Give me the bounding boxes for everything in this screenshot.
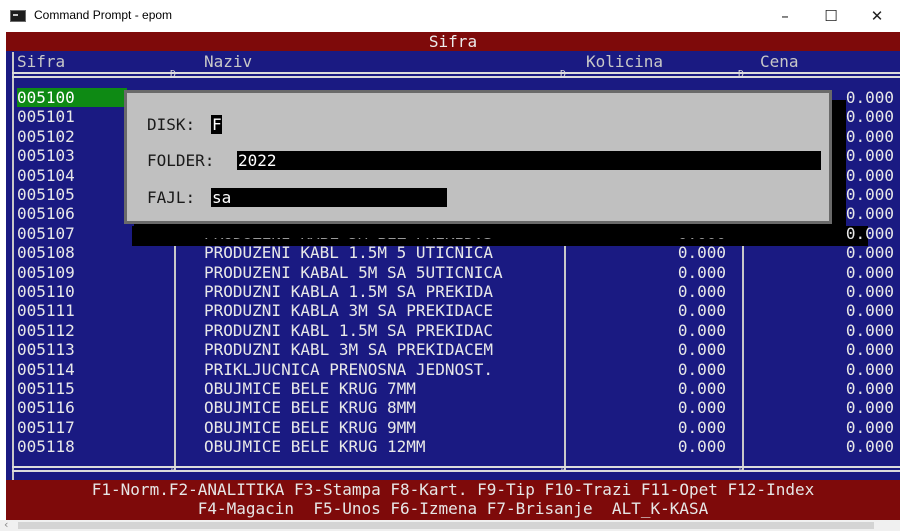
- row-quantity: 0.000: [677, 243, 726, 263]
- folder-field[interactable]: 2022: [237, 151, 821, 170]
- row-price: 0.000: [845, 417, 894, 437]
- table-row[interactable]: 005110 PRODUZNI KABLA 1.5M SA PREKIDA 0.00…: [6, 282, 900, 301]
- header-separator: [12, 72, 900, 78]
- row-quantity: 0.000: [677, 282, 726, 301]
- command-prompt-icon: [10, 10, 26, 22]
- screen-title: Sifra: [428, 32, 478, 51]
- row-code: 005114: [17, 359, 75, 379]
- row-code: 005116: [17, 398, 75, 418]
- separator-glyph: ¤: [738, 463, 745, 474]
- row-quantity: 0.000: [677, 359, 726, 379]
- column-header-price: Cena: [760, 52, 799, 71]
- scroll-left-icon[interactable]: ‹: [4, 518, 8, 531]
- close-button[interactable]: ✕: [854, 0, 900, 32]
- row-name: OBUJMICE BELE KRUG 7MM: [204, 379, 416, 398]
- row-code: 005110: [17, 282, 75, 301]
- row-price: 0.000: [845, 379, 894, 398]
- row-name: PRODUZENI KABL 1.5M 5 UTICNICA: [204, 243, 493, 263]
- row-code: 005101: [17, 107, 75, 127]
- row-price: 0.000: [845, 437, 894, 457]
- table-row[interactable]: 005109 PRODUZENI KABAL 5M SA 5UTICNICA 0.0…: [6, 263, 900, 282]
- row-code: 005111: [17, 301, 75, 321]
- file-location-dialog: DISK: F FOLDER: 2022 FAJL: sa: [124, 90, 832, 224]
- footer-separator: [12, 466, 900, 472]
- table-row[interactable]: 005113 PRODUZNI KABL 3M SA PREKIDACEM 0.00…: [6, 340, 900, 359]
- row-quantity: 0.000: [677, 301, 726, 321]
- row-quantity: 0.000: [677, 262, 726, 282]
- table-row[interactable]: 005108 PRODUZENI KABL 1.5M 5 UTICNICA 0.00…: [6, 243, 900, 262]
- separator-glyph: Ð: [738, 69, 745, 80]
- window-title: Command Prompt - epom: [34, 8, 173, 22]
- disk-label: DISK:: [147, 115, 196, 134]
- row-price: 0.000: [845, 398, 894, 418]
- row-price: 0.000: [845, 301, 894, 321]
- row-price: 0.000: [845, 282, 894, 301]
- file-label: FAJL:: [147, 188, 196, 207]
- row-code: 005105: [17, 185, 75, 204]
- maximize-button[interactable]: ☐: [808, 0, 854, 32]
- row-quantity: 0.000: [677, 340, 726, 360]
- minimize-button[interactable]: –: [762, 0, 808, 32]
- row-price: 0.000: [845, 243, 894, 263]
- table-row[interactable]: 005118 OBUJMICE BELE KRUG 12MM 0.000 0.000: [6, 437, 900, 456]
- horizontal-scrollbar[interactable]: ‹: [0, 518, 900, 531]
- row-code: 005108: [17, 243, 75, 263]
- row-quantity: 0.000: [677, 379, 726, 398]
- dialog-shadow: [134, 224, 832, 238]
- row-quantity: 0.000: [677, 398, 726, 418]
- row-code: 005104: [17, 165, 75, 185]
- table-row[interactable]: 005116 OBUJMICE BELE KRUG 8MM 0.000 0.000: [6, 398, 900, 417]
- row-code: 005109: [17, 262, 75, 282]
- console-screen[interactable]: Sifra Sifra Naziv Kolicina Cena Ð Ð Ð 00…: [6, 32, 900, 520]
- row-price: 0.000: [845, 262, 894, 282]
- function-key-bar: F1-Norm.F2-ANALITIKA F3-Stampa F8-Kart. …: [6, 480, 900, 520]
- disk-field[interactable]: F: [211, 115, 222, 134]
- function-keys-line-2: F4-Magacin F5-Unos F6-Izmena F7-Brisanje…: [197, 499, 709, 518]
- row-name: PRODUZNI KABL 1.5M SA PREKIDAC: [204, 320, 493, 340]
- column-header-name: Naziv: [204, 52, 253, 71]
- separator-glyph: Ð: [560, 69, 567, 80]
- row-name: PRODUZNI KABLA 3M SA PREKIDACE: [204, 301, 493, 321]
- scrollbar-thumb[interactable]: [18, 522, 874, 529]
- row-code: 005118: [17, 437, 75, 457]
- row-code: 005103: [17, 146, 75, 166]
- separator-glyph: ¤: [560, 463, 567, 474]
- table-row[interactable]: 005112 PRODUZNI KABL 1.5M SA PREKIDAC 0.00…: [6, 321, 900, 340]
- dialog-shadow: [832, 100, 846, 240]
- table-row[interactable]: 005115 OBUJMICE BELE KRUG 7MM 0.000 0.000: [6, 379, 900, 398]
- row-code: 005102: [17, 126, 75, 146]
- row-price: 0.000: [845, 359, 894, 379]
- row-code: 005100: [17, 88, 127, 107]
- row-code: 005113: [17, 340, 75, 360]
- row-name: OBUJMICE BELE KRUG 9MM: [204, 417, 416, 437]
- row-name: PRIKLJUCNICA PRENOSNA JEDNOST.: [204, 359, 493, 379]
- row-quantity: 0.000: [677, 417, 726, 437]
- window-titlebar: Command Prompt - epom – ☐ ✕: [0, 0, 900, 32]
- row-price: 0.000: [845, 320, 894, 340]
- row-name: PRODUZENI KABAL 5M SA 5UTICNICA: [204, 262, 503, 282]
- column-header-qty: Kolicina: [586, 52, 664, 71]
- table-row[interactable]: 005111 PRODUZNI KABLA 3M SA PREKIDACE 0.00…: [6, 301, 900, 320]
- row-code: 005106: [17, 204, 75, 224]
- row-code: 005115: [17, 379, 75, 398]
- table-row[interactable]: 005114 PRIKLJUCNICA PRENOSNA JEDNOST. 0.00…: [6, 360, 900, 379]
- row-name: OBUJMICE BELE KRUG 8MM: [204, 398, 416, 418]
- row-code: 005112: [17, 320, 75, 340]
- row-code: 005117: [17, 417, 75, 437]
- row-price: 0.000: [845, 340, 894, 360]
- separator-glyph: Ð: [170, 69, 177, 80]
- function-keys-line-1: F1-Norm.F2-ANALITIKA F3-Stampa F8-Kart. …: [91, 480, 815, 499]
- row-name: OBUJMICE BELE KRUG 12MM: [204, 437, 426, 457]
- folder-label: FOLDER:: [147, 151, 215, 170]
- separator-glyph: ¤: [170, 463, 177, 474]
- row-quantity: 0.000: [677, 437, 726, 457]
- file-field[interactable]: sa: [211, 188, 447, 207]
- row-name: PRODUZNI KABLA 1.5M SA PREKIDA: [204, 282, 493, 301]
- screen-header-bar: Sifra: [6, 32, 900, 51]
- row-name: PRODUZNI KABL 3M SA PREKIDACEM: [204, 340, 493, 360]
- row-code: 005107: [17, 223, 75, 243]
- table-row[interactable]: 005117 OBUJMICE BELE KRUG 9MM 0.000 0.000: [6, 418, 900, 437]
- row-quantity: 0.000: [677, 320, 726, 340]
- column-header-code: Sifra: [17, 52, 66, 71]
